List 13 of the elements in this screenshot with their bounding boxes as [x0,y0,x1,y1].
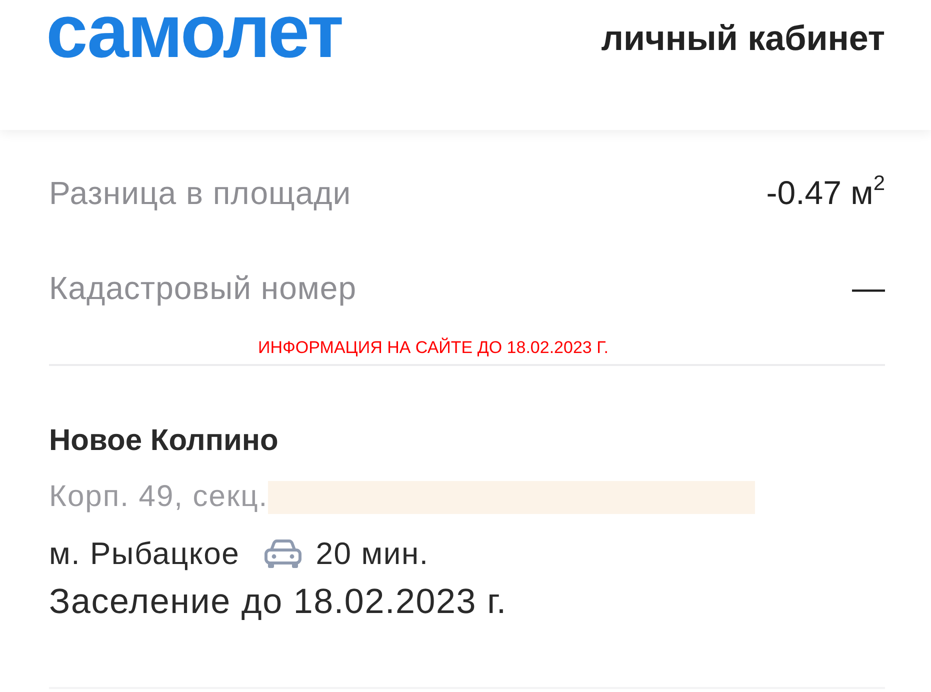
brand-logo[interactable]: самолет [46,0,342,69]
detail-value: — [852,269,885,307]
address-text: Корп. 49, секц. [49,480,268,514]
travel-time: 20 мин. [316,537,429,571]
detail-label: Разница в площади [49,174,352,212]
detail-label: Кадастровый номер [49,269,356,307]
car-icon [264,539,302,569]
move-in-date: Заселение до 18.02.2023 г. [49,583,507,621]
annotation-text: ИНФОРМАЦИЯ НА САЙТЕ ДО 18.02.2023 Г. [258,338,608,358]
project-name: Новое Колпино [49,424,278,458]
account-link[interactable]: личный кабинет [601,21,885,56]
metro-station: м. Рыбацкое [49,537,240,571]
detail-value: -0.47 м$^{2}$ [766,174,885,212]
